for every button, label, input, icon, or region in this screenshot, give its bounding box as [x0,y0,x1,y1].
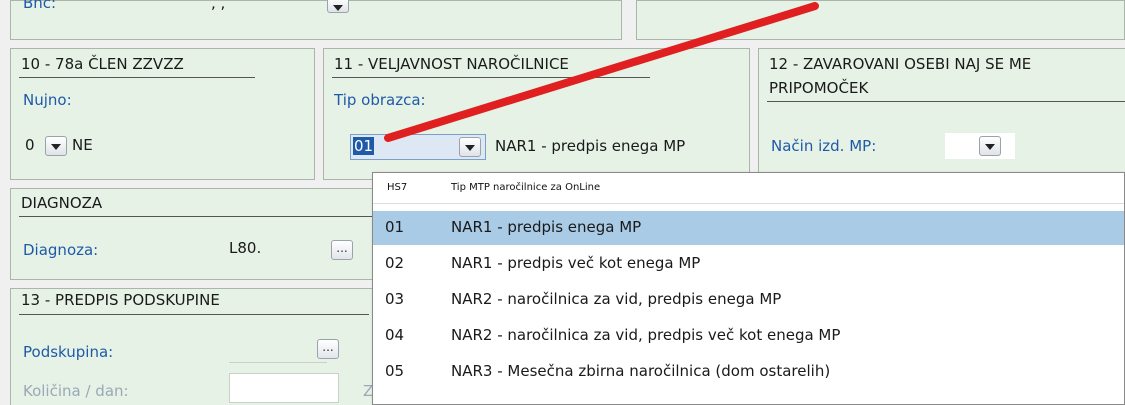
annotation-arrow-icon [384,2,819,142]
